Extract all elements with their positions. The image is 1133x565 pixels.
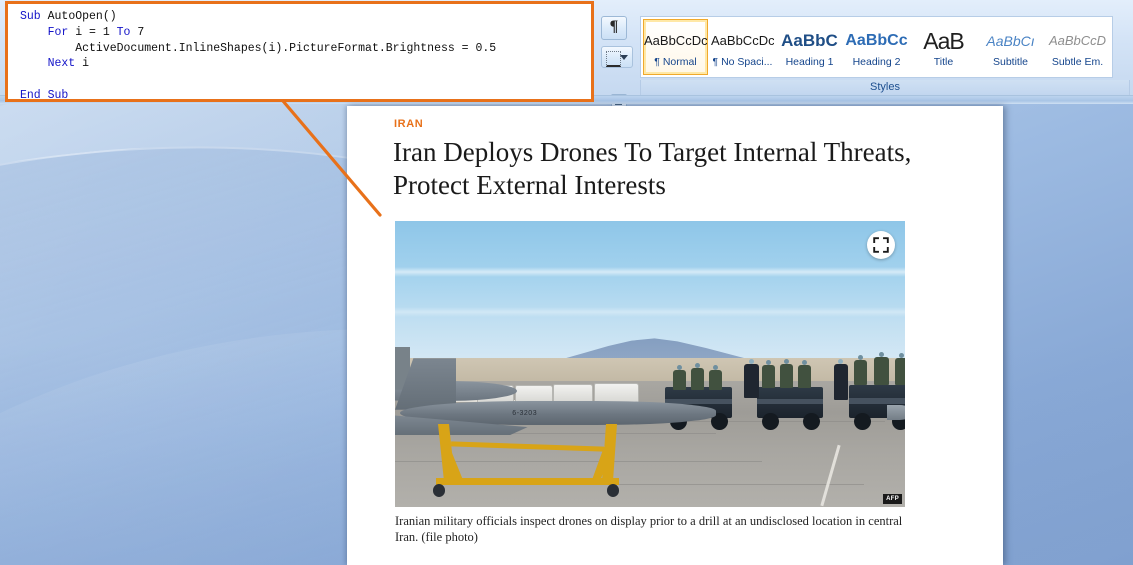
soldier-head <box>879 351 885 357</box>
expand-icon[interactable] <box>867 231 895 259</box>
standing-officer <box>833 359 848 400</box>
code-token: ActiveDocument.InlineShapes(i).PictureFo… <box>20 41 497 55</box>
code-token: AutoOpen() <box>47 10 117 23</box>
vehicle-wheel <box>854 412 871 430</box>
soldier-figure <box>672 364 687 390</box>
style-name-label: Heading 2 <box>852 55 901 68</box>
soldier-figure <box>780 359 794 389</box>
style-preview-text: AaBbCcDc <box>711 32 774 48</box>
soldier-head <box>694 363 700 369</box>
style-gallery-item[interactable]: AaBbCcD Subtle Em. <box>1045 19 1110 75</box>
soldier-head <box>898 353 904 359</box>
vba-code-callout: Sub AutoOpen() For i = 1 To 7 ActiveDocu… <box>5 1 594 102</box>
chevron-down-icon[interactable] <box>620 55 628 60</box>
vehicle-hood <box>757 398 824 405</box>
soldier-figure <box>874 351 889 386</box>
show-formatting-marks-button[interactable]: ¶ <box>601 16 627 40</box>
soldier-head <box>802 360 808 366</box>
article-kicker: IRAN <box>394 118 424 130</box>
code-keyword: For <box>20 25 76 39</box>
drone-nose <box>887 405 905 420</box>
styles-group-label: Styles <box>640 80 1130 96</box>
code-keyword: To <box>116 25 138 39</box>
borders-button[interactable] <box>601 46 633 68</box>
photo-caption: Iranian military officials inspect drone… <box>395 514 903 544</box>
drone-marking-text: 6-3203 <box>512 409 538 417</box>
vehicle-wheel <box>762 412 780 430</box>
style-gallery-item[interactable]: AaBbCı Subtitle <box>978 19 1043 75</box>
soldier-head <box>712 364 718 370</box>
style-gallery-item[interactable]: AaBbCc Heading 2 <box>844 19 909 75</box>
style-gallery-item[interactable]: AaB Title <box>911 19 976 75</box>
cradle-caster <box>606 484 619 497</box>
style-gallery-item[interactable]: AaBbCcDc ¶ No Spaci... <box>710 19 775 75</box>
styles-gallery[interactable]: AaBbCcDc ¶ Normal AaBbCcDc ¶ No Spaci... AaB… <box>640 16 1113 78</box>
pilcrow-icon: ¶ <box>609 18 619 35</box>
style-preview-text: AaBbC <box>781 30 838 50</box>
article-photo[interactable]: 6-3203 AFP <box>395 221 905 507</box>
photo-cloud-band <box>395 306 905 317</box>
soldier-figure <box>854 354 868 386</box>
code-keyword: End Sub <box>20 88 69 102</box>
soldier-figure <box>797 360 812 389</box>
article-headline: Iran Deploys Drones To Target Internal T… <box>393 137 912 200</box>
style-name-label: Subtle Em. <box>1051 55 1104 68</box>
style-preview-text: AaBbCc <box>845 31 908 49</box>
style-preview-text: AaB <box>923 27 964 54</box>
vehicle-wheel <box>803 412 820 430</box>
style-name-label: Heading 1 <box>785 55 834 68</box>
soldier-head <box>858 354 864 360</box>
vehicle-hood <box>848 397 905 404</box>
soldier-head <box>677 364 683 370</box>
code-token: i <box>82 57 90 71</box>
styles-group: AaBbCcDc ¶ Normal AaBbCcDc ¶ No Spaci... AaB… <box>640 16 1130 96</box>
style-name-label: ¶ Normal <box>654 55 697 68</box>
style-preview-text: AaBbCcD <box>1048 32 1107 48</box>
soldier-figure <box>762 360 776 389</box>
soldier-head <box>784 359 790 364</box>
photo-credit-badge: AFP <box>883 494 902 504</box>
style-preview-text: AaBbCı <box>986 32 1035 49</box>
style-gallery-item[interactable]: AaBbCcDc ¶ Normal <box>643 19 708 75</box>
paragraph-group: ¶ <box>598 14 638 110</box>
standing-officer <box>744 359 759 399</box>
style-preview-text: AaBbCcDc <box>644 32 707 48</box>
code-token: i = 1 <box>75 25 117 39</box>
code-keyword: Sub <box>20 10 48 23</box>
code-keyword: Next <box>20 57 83 71</box>
officer-head <box>838 359 844 364</box>
officer-head <box>748 359 754 364</box>
soldier-head <box>766 360 772 366</box>
vba-code-text: Sub AutoOpen() For i = 1 To 7 ActiveDocu… <box>8 4 591 104</box>
photo-canvas: 6-3203 AFP <box>395 221 905 507</box>
style-name-label: ¶ No Spaci... <box>712 55 773 68</box>
style-name-label: Subtitle <box>992 55 1029 68</box>
borders-icon <box>606 51 621 67</box>
style-name-label: Title <box>933 55 954 68</box>
soldier-figure <box>708 364 722 390</box>
code-token: 7 <box>137 25 145 39</box>
white-van <box>593 382 640 404</box>
soldier-figure <box>894 353 905 386</box>
style-gallery-item[interactable]: AaBbC Heading 1 <box>777 19 842 75</box>
document-page: IRAN Iran Deploys Drones To Target Inter… <box>347 106 1003 565</box>
soldier-figure <box>690 363 705 390</box>
photo-cloud-band <box>395 266 905 277</box>
